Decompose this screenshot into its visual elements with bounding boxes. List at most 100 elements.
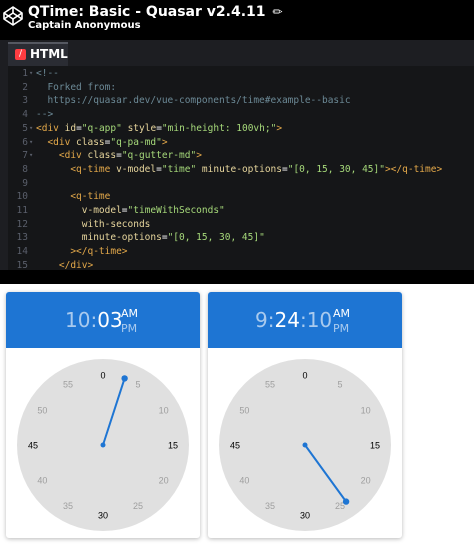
- clock-center: [100, 442, 106, 448]
- code-text: v-model="timeWithSeconds": [36, 205, 225, 216]
- app-header: QTime: Basic - Quasar v2.4.11 ✏ Captain …: [0, 0, 474, 40]
- code-line[interactable]: 7 ▾ <div class="q-gutter-md">: [8, 149, 474, 162]
- pen-title: QTime: Basic - Quasar v2.4.11 ✏: [28, 4, 282, 20]
- hours-value[interactable]: 10: [65, 308, 90, 332]
- code-text: <div class="q-gutter-md">: [36, 150, 202, 162]
- fold-arrow-icon[interactable]: ▾: [29, 67, 33, 80]
- code-text: <q-time v-model="time" minute-options="[…: [36, 163, 443, 175]
- code-text: with-seconds: [36, 218, 151, 230]
- line-number: 2: [22, 81, 28, 93]
- line-number: 4: [22, 109, 28, 121]
- code-text: <div class="q-pa-md">: [36, 136, 168, 148]
- code-line[interactable]: 3 https://quasar.dev/vue-components/time…: [8, 94, 474, 107]
- clock-number: 40: [239, 475, 249, 485]
- code-line[interactable]: 6 ▾ <div class="q-pa-md">: [8, 136, 474, 149]
- line-number: 3: [22, 95, 28, 107]
- line-number: 15: [16, 259, 28, 270]
- ampm-toggle: AM PM: [121, 306, 138, 336]
- code-text: https://quasar.dev/vue-components/time#e…: [36, 95, 351, 107]
- time-picker-basic: 10:03 AM PM 0 5 10 15 20 25 30 35 40 45 50 55: [6, 292, 200, 538]
- clock-number[interactable]: 15: [370, 440, 380, 450]
- clock-number: 40: [37, 475, 47, 485]
- clock-center: [302, 442, 308, 448]
- html-icon: /: [15, 49, 26, 60]
- code-line[interactable]: 2 Forked from:: [8, 81, 474, 94]
- code-text: Forked from:: [36, 81, 117, 93]
- line-number: 1: [22, 68, 28, 79]
- codepen-logo-icon[interactable]: [2, 5, 24, 27]
- time-picker-header: 9:24:10 AM PM: [208, 292, 402, 348]
- seconds-value[interactable]: 10: [307, 308, 332, 332]
- code-area[interactable]: 1 ▾ <!-- 2 Forked from: 3 https://quasar.dev…: [8, 66, 474, 270]
- pen-author[interactable]: Captain Anonymous: [28, 20, 141, 31]
- time-picker-with-seconds: 9:24:10 AM PM 0 5 10 15 20 25 30 35 40 45 50 55: [208, 292, 402, 538]
- clock-number[interactable]: 0: [100, 370, 105, 380]
- clock-number: 55: [265, 380, 275, 390]
- code-line[interactable]: 1 ▾ <!--: [8, 67, 474, 80]
- ampm-toggle: AM PM: [333, 306, 350, 336]
- fold-arrow-icon[interactable]: ▾: [29, 122, 33, 135]
- clock-number: 55: [63, 380, 73, 390]
- clock-number[interactable]: 15: [168, 440, 178, 450]
- code-text: <q-time: [36, 191, 111, 203]
- line-number: 11: [16, 205, 28, 216]
- clock-number: 50: [37, 405, 47, 415]
- code-line[interactable]: 9: [8, 177, 474, 190]
- clock-number[interactable]: 30: [98, 510, 108, 520]
- line-number: 13: [16, 232, 28, 244]
- clock-hand-knob[interactable]: [121, 375, 128, 382]
- clock-number: 35: [63, 501, 73, 511]
- code-line[interactable]: 5 ▾ <div id="q-app" style="min-height: 100…: [8, 122, 474, 135]
- code-text: minute-options="[0, 15, 30, 45]": [36, 232, 265, 244]
- time-picker-header: 10:03 AM PM: [6, 292, 200, 348]
- clock-number: 25: [133, 501, 143, 511]
- pen-title-text: QTime: Basic - Quasar v2.4.11: [28, 4, 266, 20]
- clock-number[interactable]: 30: [300, 510, 310, 520]
- panel-divider[interactable]: [0, 270, 474, 284]
- am-option[interactable]: AM: [333, 306, 350, 321]
- am-option[interactable]: AM: [121, 306, 138, 321]
- fold-arrow-icon[interactable]: ▾: [29, 149, 33, 162]
- clock-number[interactable]: 45: [28, 440, 38, 450]
- clock-number[interactable]: 45: [230, 440, 240, 450]
- hours-value[interactable]: 9: [255, 308, 268, 332]
- clock-hand-knob[interactable]: [342, 498, 350, 505]
- pm-option[interactable]: PM: [121, 321, 138, 336]
- code-text: <div id="q-app" style="min-height: 100vh…: [36, 122, 283, 134]
- clock-number: 20: [361, 475, 371, 485]
- clock-face[interactable]: 0510152025303540455055: [208, 348, 402, 538]
- line-number: 8: [22, 163, 28, 175]
- line-number: 10: [16, 191, 28, 203]
- line-number: 12: [16, 218, 28, 230]
- pencil-icon[interactable]: ✏: [272, 5, 282, 19]
- clock-number: 10: [361, 405, 371, 415]
- fold-arrow-icon[interactable]: ▾: [29, 136, 33, 149]
- code-line[interactable]: 14 ></q-time>: [8, 245, 474, 258]
- tab-html[interactable]: / HTML: [8, 42, 68, 66]
- clock-number: 10: [159, 405, 169, 415]
- code-line[interactable]: 12 with-seconds: [8, 218, 474, 231]
- time-display: 10:03: [65, 308, 123, 332]
- clock-number: 5: [337, 380, 342, 390]
- html-editor-panel: / HTML 1 ▾ <!-- 2 Forked from: 3 https://qua…: [0, 40, 474, 270]
- clock-face[interactable]: 0510152025303540455055: [6, 348, 200, 538]
- clock-number: 35: [265, 501, 275, 511]
- minutes-value[interactable]: 03: [97, 308, 122, 332]
- editor-tabstrip: / HTML: [0, 40, 474, 66]
- code-line[interactable]: 10 <q-time: [8, 190, 474, 203]
- line-number: 5: [22, 122, 28, 134]
- code-text: ></q-time>: [36, 246, 128, 258]
- code-text: -->: [36, 109, 54, 121]
- code-line[interactable]: 15 </div>: [8, 259, 474, 270]
- minutes-value[interactable]: 24: [274, 308, 299, 332]
- clock-number: 20: [159, 475, 169, 485]
- clock-number[interactable]: 0: [302, 370, 307, 380]
- code-line[interactable]: 13 minute-options="[0, 15, 30, 45]": [8, 231, 474, 244]
- code-line[interactable]: 11 v-model="timeWithSeconds": [8, 204, 474, 217]
- pm-option[interactable]: PM: [333, 321, 350, 336]
- code-line[interactable]: 8 <q-time v-model="time" minute-options=…: [8, 163, 474, 176]
- time-display: 9:24:10: [255, 308, 332, 332]
- line-number: 6: [22, 136, 28, 148]
- code-text: </div>: [36, 259, 94, 270]
- code-line[interactable]: 4 -->: [8, 108, 474, 121]
